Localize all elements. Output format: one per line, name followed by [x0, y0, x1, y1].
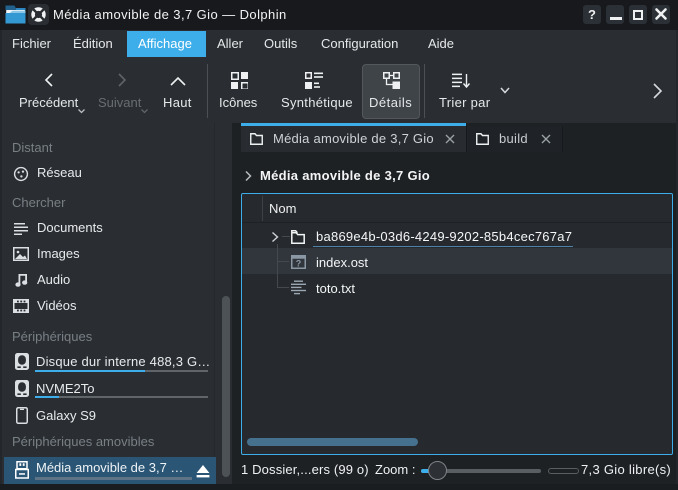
svg-text:?: ? — [296, 258, 302, 268]
